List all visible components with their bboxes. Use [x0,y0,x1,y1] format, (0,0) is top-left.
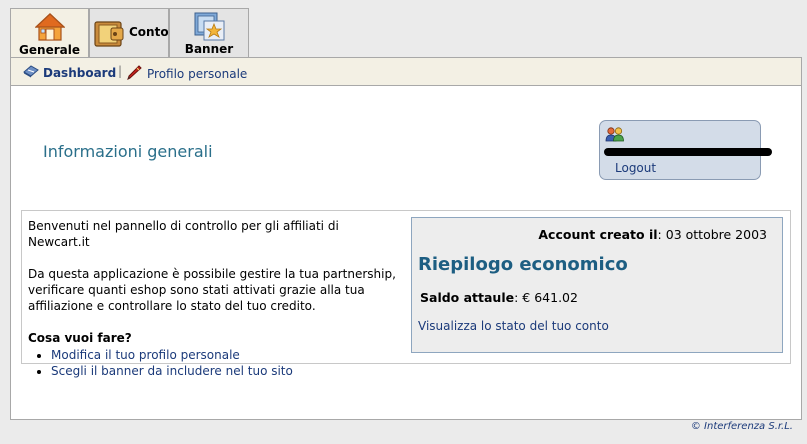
account-created: Account creato il: 03 ottobre 2003 [538,227,767,242]
page-title: Informazioni generali [43,142,213,161]
tab-conto[interactable]: Conto [89,8,169,57]
list-item: Scegli il banner da includere nel tuo si… [51,363,398,379]
account-status-link[interactable]: Visualizza lo stato del tuo conto [418,319,609,333]
wallet-icon [93,18,125,53]
tab-banner[interactable]: Banner [169,8,249,57]
description-paragraph: Da questa applicazione è possibile gesti… [28,267,396,313]
economic-summary: Account creato il: 03 ottobre 2003 Riepi… [411,217,783,353]
copyright: © Interferenza S.r.L. [690,421,793,432]
edit-profile-link[interactable]: Modifica il tuo profilo personale [51,348,240,362]
redacted-username [604,148,772,156]
tab-generale-label: Generale [19,43,80,57]
profile-link[interactable]: Profilo personale [127,64,247,83]
tab-banner-label: Banner [184,42,234,56]
users-icon [605,126,625,145]
tab-conto-label: Conto [129,25,169,39]
home-icon [34,12,66,45]
dashboard-label: Dashboard [43,65,117,80]
user-box: Logout [599,120,772,180]
main-panel: Informazioni generali Logout Benvenuti n… [10,86,802,420]
balance-label: Saldo attaule [420,290,515,305]
intro-text: Benvenuti nel pannello di controllo per … [28,218,398,379]
welcome-paragraph: Benvenuti nel pannello di controllo per … [28,219,339,249]
actions-list: Modifica il tuo profilo personale Scegli… [28,347,398,379]
subnav-bar: Dashboard | Profilo personale [10,57,802,86]
banner-icon [194,12,226,45]
account-created-value: 03 ottobre 2003 [661,227,767,242]
account-created-label: Account creato il [538,227,658,242]
balance: Saldo attaule: € 641.02 [420,290,578,305]
list-item: Modifica il tuo profilo personale [51,347,398,363]
subnav-separator: | [118,64,123,78]
tab-generale[interactable]: Generale [10,8,89,59]
content-box: Benvenuti nel pannello di controllo per … [21,210,791,378]
summary-heading: Riepilogo economico [418,254,628,275]
logout-link[interactable]: Logout [615,161,656,175]
pen-icon [127,64,143,83]
dashboard-icon [23,64,39,81]
choose-banner-link[interactable]: Scegli il banner da includere nel tuo si… [51,364,293,378]
profile-label: Profilo personale [147,66,248,81]
dashboard-link[interactable]: Dashboard [23,64,116,81]
balance-value: € 641.02 [518,290,578,305]
actions-question: Cosa vuoi fare? [28,331,132,345]
